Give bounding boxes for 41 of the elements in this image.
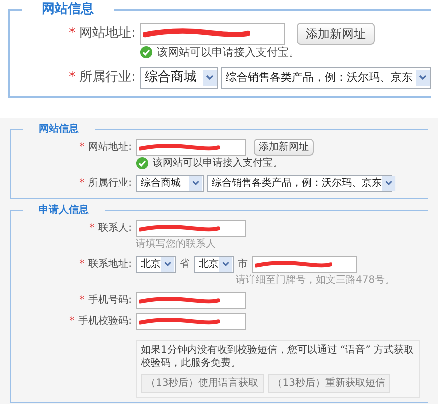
text-field[interactable] [136,292,246,309]
hint-text: 该网站可以申请接入支付宝。 [153,156,283,171]
select-field[interactable]: 北京 [136,256,176,273]
section-title: 申请人信息 [38,204,90,218]
field-label: 所属行业: [80,69,136,88]
select-field[interactable]: 北京 [194,256,234,273]
resend-button[interactable]: （13秒后）使用语言获取 [141,374,264,393]
required-mark: * [69,69,76,88]
field-label: 手机校验码: [78,314,132,329]
add-url-button[interactable]: 添加新网址 [297,22,375,44]
text-field[interactable] [136,313,246,330]
required-mark: * [80,141,85,155]
resend-button[interactable]: （13秒后）重新获取短信 [268,374,390,393]
required-mark: * [69,24,76,43]
required-mark: * [80,258,85,272]
hint-text: 请详细至门牌号，如文三路478号。 [236,274,396,288]
required-mark: * [80,294,85,308]
add-url-button[interactable]: 添加新网址 [254,139,314,156]
unit-text: 省 [180,258,190,272]
text-field[interactable] [252,256,357,273]
notice-text: 如果1分钟内没有收到校验短信，您可以通过 “语音” 方式获取校验码，此服务免费。 [141,345,415,370]
select-field[interactable]: 综合商城 [136,175,204,192]
field-label: 联系人: [98,222,132,236]
required-mark: * [80,177,85,191]
select-field[interactable]: 综合商城 [140,67,218,89]
field-label: 网站地址: [80,24,136,43]
unit-text: 市 [238,258,248,272]
field-label: 所属行业: [88,176,132,191]
text-field[interactable] [136,220,246,237]
required-mark: * [70,315,75,329]
text-field[interactable] [140,22,285,44]
field-label: 联系地址: [88,258,132,272]
text-field[interactable] [136,139,246,156]
field-label: 手机号码: [88,294,132,308]
required-mark: * [90,222,95,236]
hint-text: 该网站可以申请接入支付宝。 [157,44,300,60]
hint-text: 请填写您的联系人 [136,238,216,252]
field-label: 网站地址: [88,140,132,155]
section-title: 网站信息 [41,1,95,19]
select-field[interactable]: 综合销售各类产品，例：沃尔玛、京东 [221,67,431,89]
section-title: 网站信息 [38,122,80,137]
